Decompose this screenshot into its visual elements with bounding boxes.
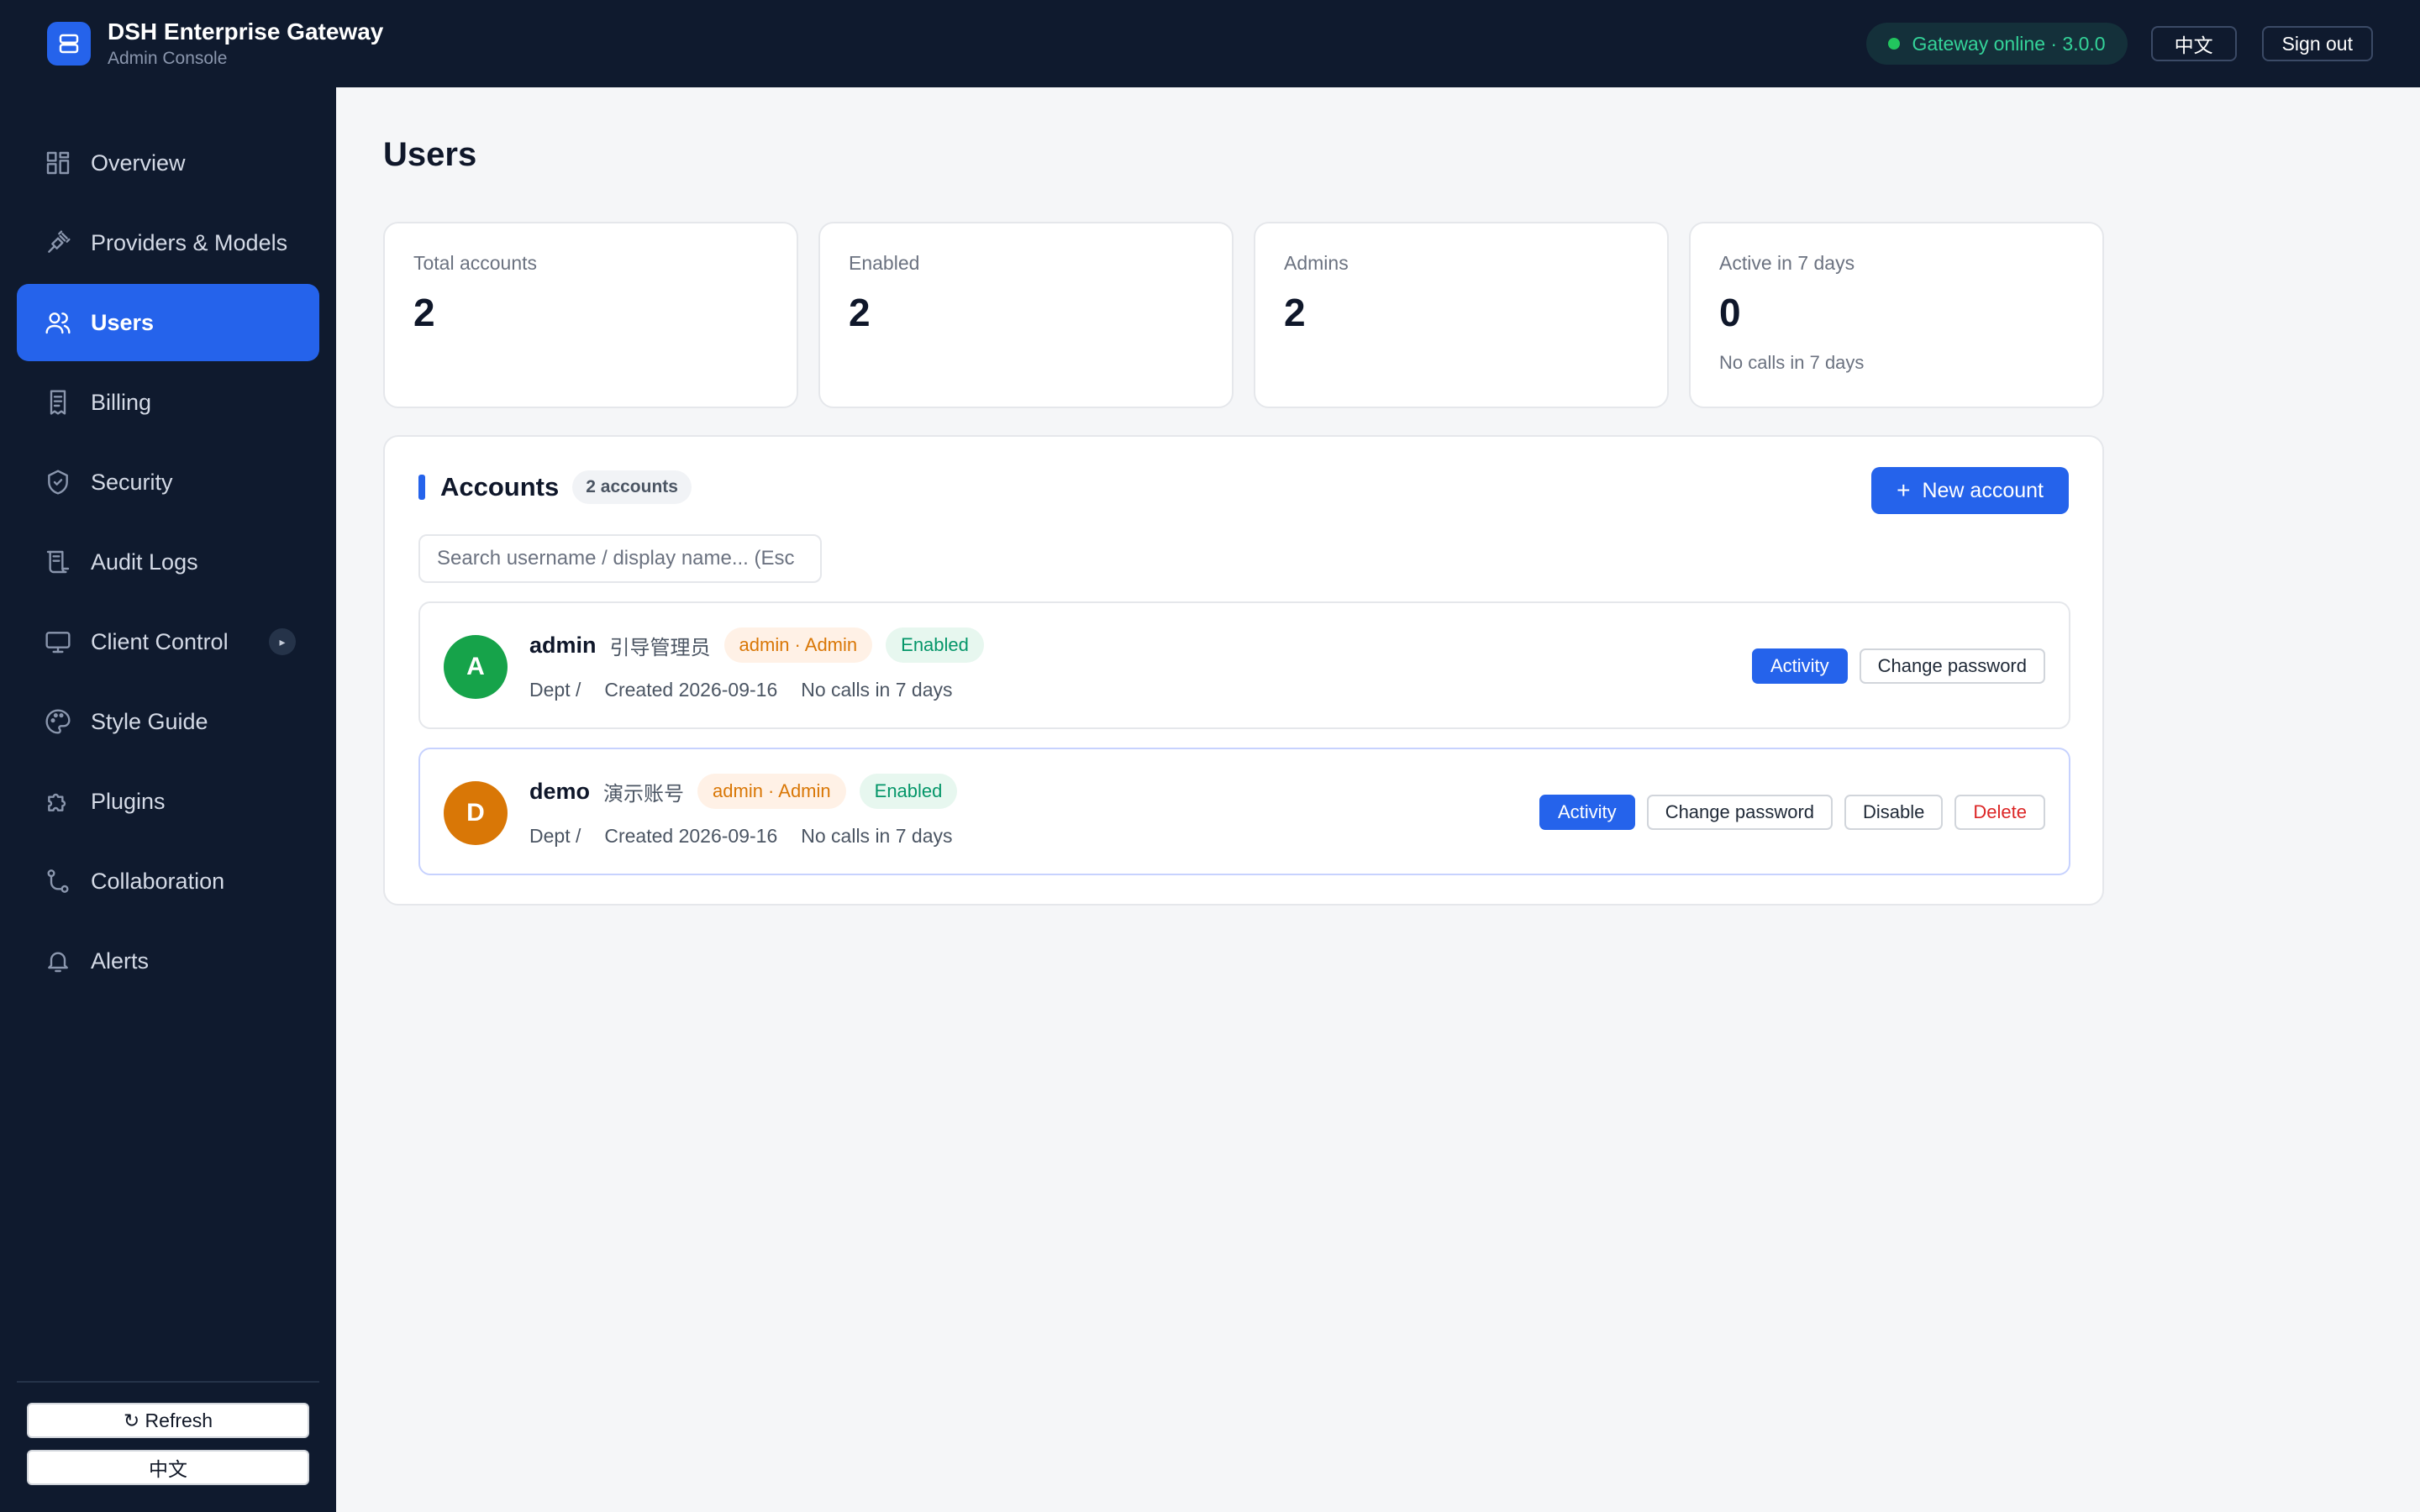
shield-icon [44, 468, 72, 496]
sidebar-item-label: Style Guide [91, 708, 208, 734]
accounts-title: Accounts [440, 472, 560, 501]
sidebar-item-client-control[interactable]: Client Control ▸ [17, 603, 319, 680]
sidebar-item-overview[interactable]: Overview [17, 124, 319, 202]
page-title: Users [383, 136, 477, 173]
role-badge: admin · Admin [697, 774, 846, 809]
sidebar-item-collaboration[interactable]: Collaboration [17, 843, 319, 920]
plug-icon [44, 228, 72, 257]
dept-text: Dept / [529, 679, 581, 701]
sidebar-nav: Overview Providers & Models Users Billin… [0, 87, 336, 1000]
avatar: D [444, 781, 508, 845]
username: demo [529, 778, 591, 804]
gateway-status-text: Gateway online · 3.0.0 [1912, 32, 2106, 55]
main-content: Users Total accounts 2 Enabled 2 Admins … [336, 87, 2420, 1512]
sidebar-item-label: Users [91, 309, 155, 335]
stat-label: Admins [1284, 252, 1349, 274]
sidebar-item-label: Audit Logs [91, 549, 198, 575]
change-password-button[interactable]: Change password [1646, 795, 1833, 830]
grid-icon [44, 149, 72, 177]
sidebar-item-label: Overview [91, 150, 186, 176]
sign-out-button[interactable]: Sign out [2261, 26, 2373, 61]
git-branch-icon [44, 867, 72, 895]
sidebar-item-audit-logs[interactable]: Audit Logs [17, 523, 319, 601]
sidebar-item-users[interactable]: Users [17, 284, 319, 361]
activity-button[interactable]: Activity [1751, 648, 1848, 684]
new-account-label: New account [1922, 478, 2044, 502]
expand-caret-icon[interactable]: ▸ [269, 628, 296, 655]
activity-note: No calls in 7 days [801, 679, 953, 701]
sidebar-item-label: Providers & Models [91, 229, 288, 255]
sidebar-item-security[interactable]: Security [17, 444, 319, 521]
status-badge: Enabled [859, 774, 958, 809]
sidebar-item-billing[interactable]: Billing [17, 364, 319, 441]
accounts-count-badge: 2 accounts [572, 470, 692, 504]
sidebar-item-alerts[interactable]: Alerts [17, 922, 319, 1000]
search-input[interactable] [418, 534, 822, 583]
stat-value: 0 [1719, 291, 1741, 334]
delete-button[interactable]: Delete [1954, 795, 2045, 830]
stat-label: Total accounts [413, 252, 538, 274]
receipt-icon [44, 388, 72, 417]
created-date: Created 2026-09-16 [604, 679, 778, 701]
section-accent-bar [418, 475, 425, 500]
monitor-icon [44, 627, 72, 656]
dept-text: Dept / [529, 825, 581, 847]
stat-note: No calls in 7 days [1719, 352, 1865, 373]
gateway-status-badge: Gateway online · 3.0.0 [1866, 23, 2128, 65]
sidebar-item-label: Security [91, 469, 173, 495]
app-subtitle: Admin Console [108, 49, 228, 68]
stat-card-enabled: Enabled 2 [818, 222, 1234, 408]
accounts-header: Accounts 2 accounts [418, 470, 692, 504]
scroll-icon [44, 548, 72, 576]
stat-card-total-accounts: Total accounts 2 [383, 222, 798, 408]
sidebar-language-button[interactable]: 中文 [27, 1450, 309, 1485]
disable-button[interactable]: Disable [1844, 795, 1944, 830]
sidebar-footer: ↻ Refresh 中文 [17, 1381, 319, 1512]
stat-card-active-7-days: Active in 7 days 0 No calls in 7 days [1689, 222, 2104, 408]
accounts-panel: Accounts 2 accounts + New account A admi… [383, 435, 2104, 906]
sidebar: Overview Providers & Models Users Billin… [0, 87, 336, 1512]
sidebar-item-label: Plugins [91, 788, 166, 814]
activity-note: No calls in 7 days [801, 825, 953, 847]
palette-icon [44, 707, 72, 736]
refresh-button[interactable]: ↻ Refresh [27, 1403, 309, 1438]
sidebar-item-label: Alerts [91, 948, 150, 974]
stats-row: Total accounts 2 Enabled 2 Admins 2 Acti… [383, 222, 2124, 408]
avatar: A [444, 635, 508, 699]
stat-card-admins: Admins 2 [1254, 222, 1669, 408]
sidebar-item-providers-models[interactable]: Providers & Models [17, 204, 319, 281]
role-badge: admin · Admin [723, 627, 873, 663]
sidebar-item-style-guide[interactable]: Style Guide [17, 683, 319, 760]
status-badge: Enabled [886, 627, 984, 663]
plus-icon: + [1897, 477, 1911, 503]
stat-value: 2 [1284, 291, 1306, 334]
created-date: Created 2026-09-16 [604, 825, 778, 847]
language-button[interactable]: 中文 [2150, 26, 2237, 61]
stat-value: 2 [849, 291, 871, 334]
stat-label: Active in 7 days [1719, 252, 1855, 274]
users-icon [44, 308, 72, 337]
stat-value: 2 [413, 291, 435, 334]
account-row-admin: A admin 引导管理员 admin · Admin Enabled Dept… [418, 601, 2070, 729]
username: admin [529, 632, 597, 658]
new-account-button[interactable]: + New account [1871, 467, 2069, 514]
app-title: DSH Enterprise Gateway [108, 18, 384, 45]
sidebar-item-plugins[interactable]: Plugins [17, 763, 319, 840]
display-name: 演示账号 [603, 782, 685, 806]
puzzle-icon [44, 787, 72, 816]
brand: DSH Enterprise Gateway Admin Console [108, 17, 383, 71]
status-dot-icon [1888, 38, 1901, 50]
account-row-demo: D demo 演示账号 admin · Admin Enabled Dept /… [418, 748, 2070, 875]
server-icon [47, 22, 91, 66]
activity-button[interactable]: Activity [1539, 795, 1635, 830]
sidebar-item-label: Client Control [91, 628, 229, 654]
display-name: 引导管理员 [609, 636, 711, 659]
bell-icon [44, 947, 72, 975]
sidebar-item-label: Collaboration [91, 868, 225, 894]
stat-label: Enabled [849, 252, 920, 274]
change-password-button[interactable]: Change password [1859, 648, 2045, 684]
top-bar: DSH Enterprise Gateway Admin Console Gat… [0, 0, 2420, 87]
sidebar-item-label: Billing [91, 389, 152, 415]
